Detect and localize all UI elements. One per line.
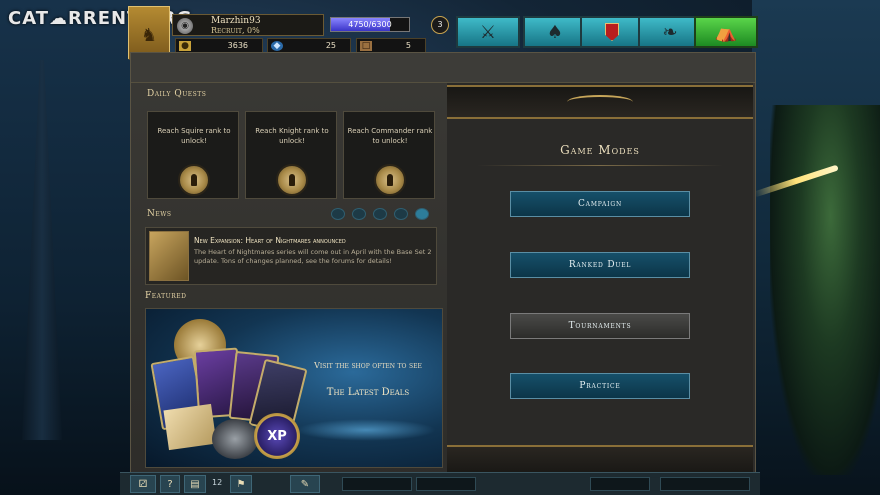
news-headline: New Expansion: Heart of Nightmares annou… xyxy=(194,236,346,245)
tournaments-button[interactable]: Tournaments xyxy=(510,313,690,339)
background-hero-figure xyxy=(770,105,880,475)
featured-glow xyxy=(296,419,436,441)
xp-text: 4750/6300 xyxy=(348,20,392,29)
nav-guild-button[interactable] xyxy=(580,16,644,48)
coin-stack-icon xyxy=(212,419,258,459)
background-scenery-left xyxy=(0,0,130,495)
player-avatar-icon: ◉ xyxy=(177,18,193,34)
nav-cards-button[interactable]: ♠ xyxy=(523,16,587,48)
xp-bar: 4750/6300 xyxy=(330,17,410,32)
keyhole-icon xyxy=(289,174,295,186)
map-icon: ⚑ xyxy=(236,478,246,490)
gold-icon: ● xyxy=(179,41,191,51)
divider xyxy=(477,165,723,166)
level-badge: 3 xyxy=(431,16,449,34)
laurel-wreath-icon: ❧ xyxy=(662,21,678,43)
help-button[interactable]: ? xyxy=(160,475,180,493)
ranked-duel-button[interactable]: Ranked Duel xyxy=(510,252,690,278)
nav-shop-button[interactable]: ⛺ xyxy=(694,16,758,48)
crest-emblem-icon: ♞ xyxy=(141,25,158,46)
daily-quests-title: Daily Quests xyxy=(147,89,207,99)
packs-value: 5 xyxy=(405,41,411,50)
quest-slot-locked: Reach Knight rank to unlock! xyxy=(245,111,337,199)
help-icon: ? xyxy=(167,478,173,490)
dice-icon: ⚂ xyxy=(138,478,148,490)
news-page-dot[interactable] xyxy=(415,208,429,220)
chat-icon: ✎ xyxy=(300,478,310,490)
xp-token-icon: XP xyxy=(254,413,300,459)
quest-text: Reach Squire rank to unlock! xyxy=(157,127,231,145)
background-tower xyxy=(22,60,62,440)
campaign-button[interactable]: Campaign xyxy=(510,191,690,217)
game-modes-title: Game Modes xyxy=(560,143,640,157)
booster-pack-icon: □ xyxy=(360,41,372,51)
featured-banner[interactable]: XP Visit the shop often to see The Lates… xyxy=(145,308,443,468)
nav-battle-button[interactable]: ⚔ xyxy=(456,16,520,48)
gold-value: 3636 xyxy=(227,41,248,50)
lock-icon xyxy=(374,164,406,196)
top-bar: ♞ ◉ Marzhin93 Recruit, 0% 4750/6300 3 ● … xyxy=(0,6,880,72)
background-scenery-right xyxy=(752,0,880,495)
news-title: News xyxy=(147,209,172,219)
bottom-slot xyxy=(590,477,650,491)
player-rank: Recruit, 0% xyxy=(211,26,260,35)
player-name: Marzhin93 xyxy=(211,16,261,26)
panel-top-strip xyxy=(131,53,755,83)
news-thumbnail xyxy=(149,231,189,281)
scroll-icon xyxy=(163,403,217,451)
crossed-swords-icon: ⚔ xyxy=(479,21,497,43)
keyhole-icon xyxy=(387,174,393,186)
chat-button[interactable]: ✎ xyxy=(290,475,320,493)
player-info[interactable]: ◉ Marzhin93 Recruit, 0% xyxy=(172,14,324,36)
featured-text-line2: The Latest Deals xyxy=(326,387,410,398)
featured-title: Featured xyxy=(145,291,187,301)
bottom-slot xyxy=(342,477,412,491)
news-item[interactable]: New Expansion: Heart of Nightmares annou… xyxy=(145,227,437,285)
main-panel: Daily Quests Reach Squire rank to unlock… xyxy=(130,52,756,492)
flourish-ornament xyxy=(567,95,633,109)
keyhole-icon xyxy=(191,174,197,186)
notification-count: 12 xyxy=(212,478,223,487)
news-pagination xyxy=(331,208,429,220)
news-page-dot[interactable] xyxy=(373,208,387,220)
news-body: The Heart of Nightmares series will come… xyxy=(194,248,432,265)
scroll-button[interactable]: ▤ xyxy=(184,475,206,493)
game-modes-panel: Game Modes Campaign Ranked Duel Tourname… xyxy=(447,83,753,477)
gems-value: 25 xyxy=(325,41,336,50)
news-page-dot[interactable] xyxy=(331,208,345,220)
quest-text: Reach Knight rank to unlock! xyxy=(255,127,329,145)
bottom-slot xyxy=(416,477,476,491)
lock-icon xyxy=(276,164,308,196)
gem-icon: ◆ xyxy=(271,41,283,51)
dice-button[interactable]: ⚂ xyxy=(130,475,156,493)
quest-slot-locked: Reach Squire rank to unlock! xyxy=(147,111,239,199)
scroll-icon: ▤ xyxy=(190,478,200,490)
quest-text: Reach Commander rank to unlock! xyxy=(347,127,433,145)
featured-text-line1: Visit the shop often to see xyxy=(314,361,422,370)
nav-rank-button[interactable]: ❧ xyxy=(638,16,702,48)
news-page-dot[interactable] xyxy=(394,208,408,220)
map-button[interactable]: ⚑ xyxy=(230,475,252,493)
ornament-top xyxy=(447,85,753,119)
quest-slot-locked: Reach Commander rank to unlock! xyxy=(343,111,435,199)
banner-shield-icon xyxy=(605,23,619,41)
bottom-slot xyxy=(660,477,750,491)
bottom-bar: ⚂ ? ▤ 12 ⚑ ✎ xyxy=(120,472,760,495)
news-page-dot[interactable] xyxy=(352,208,366,220)
ornament-bottom xyxy=(447,445,753,475)
lock-icon xyxy=(178,164,210,196)
practice-button[interactable]: Practice xyxy=(510,373,690,399)
cards-icon: ♠ xyxy=(546,21,564,43)
shop-stall-icon: ⛺ xyxy=(714,21,738,43)
